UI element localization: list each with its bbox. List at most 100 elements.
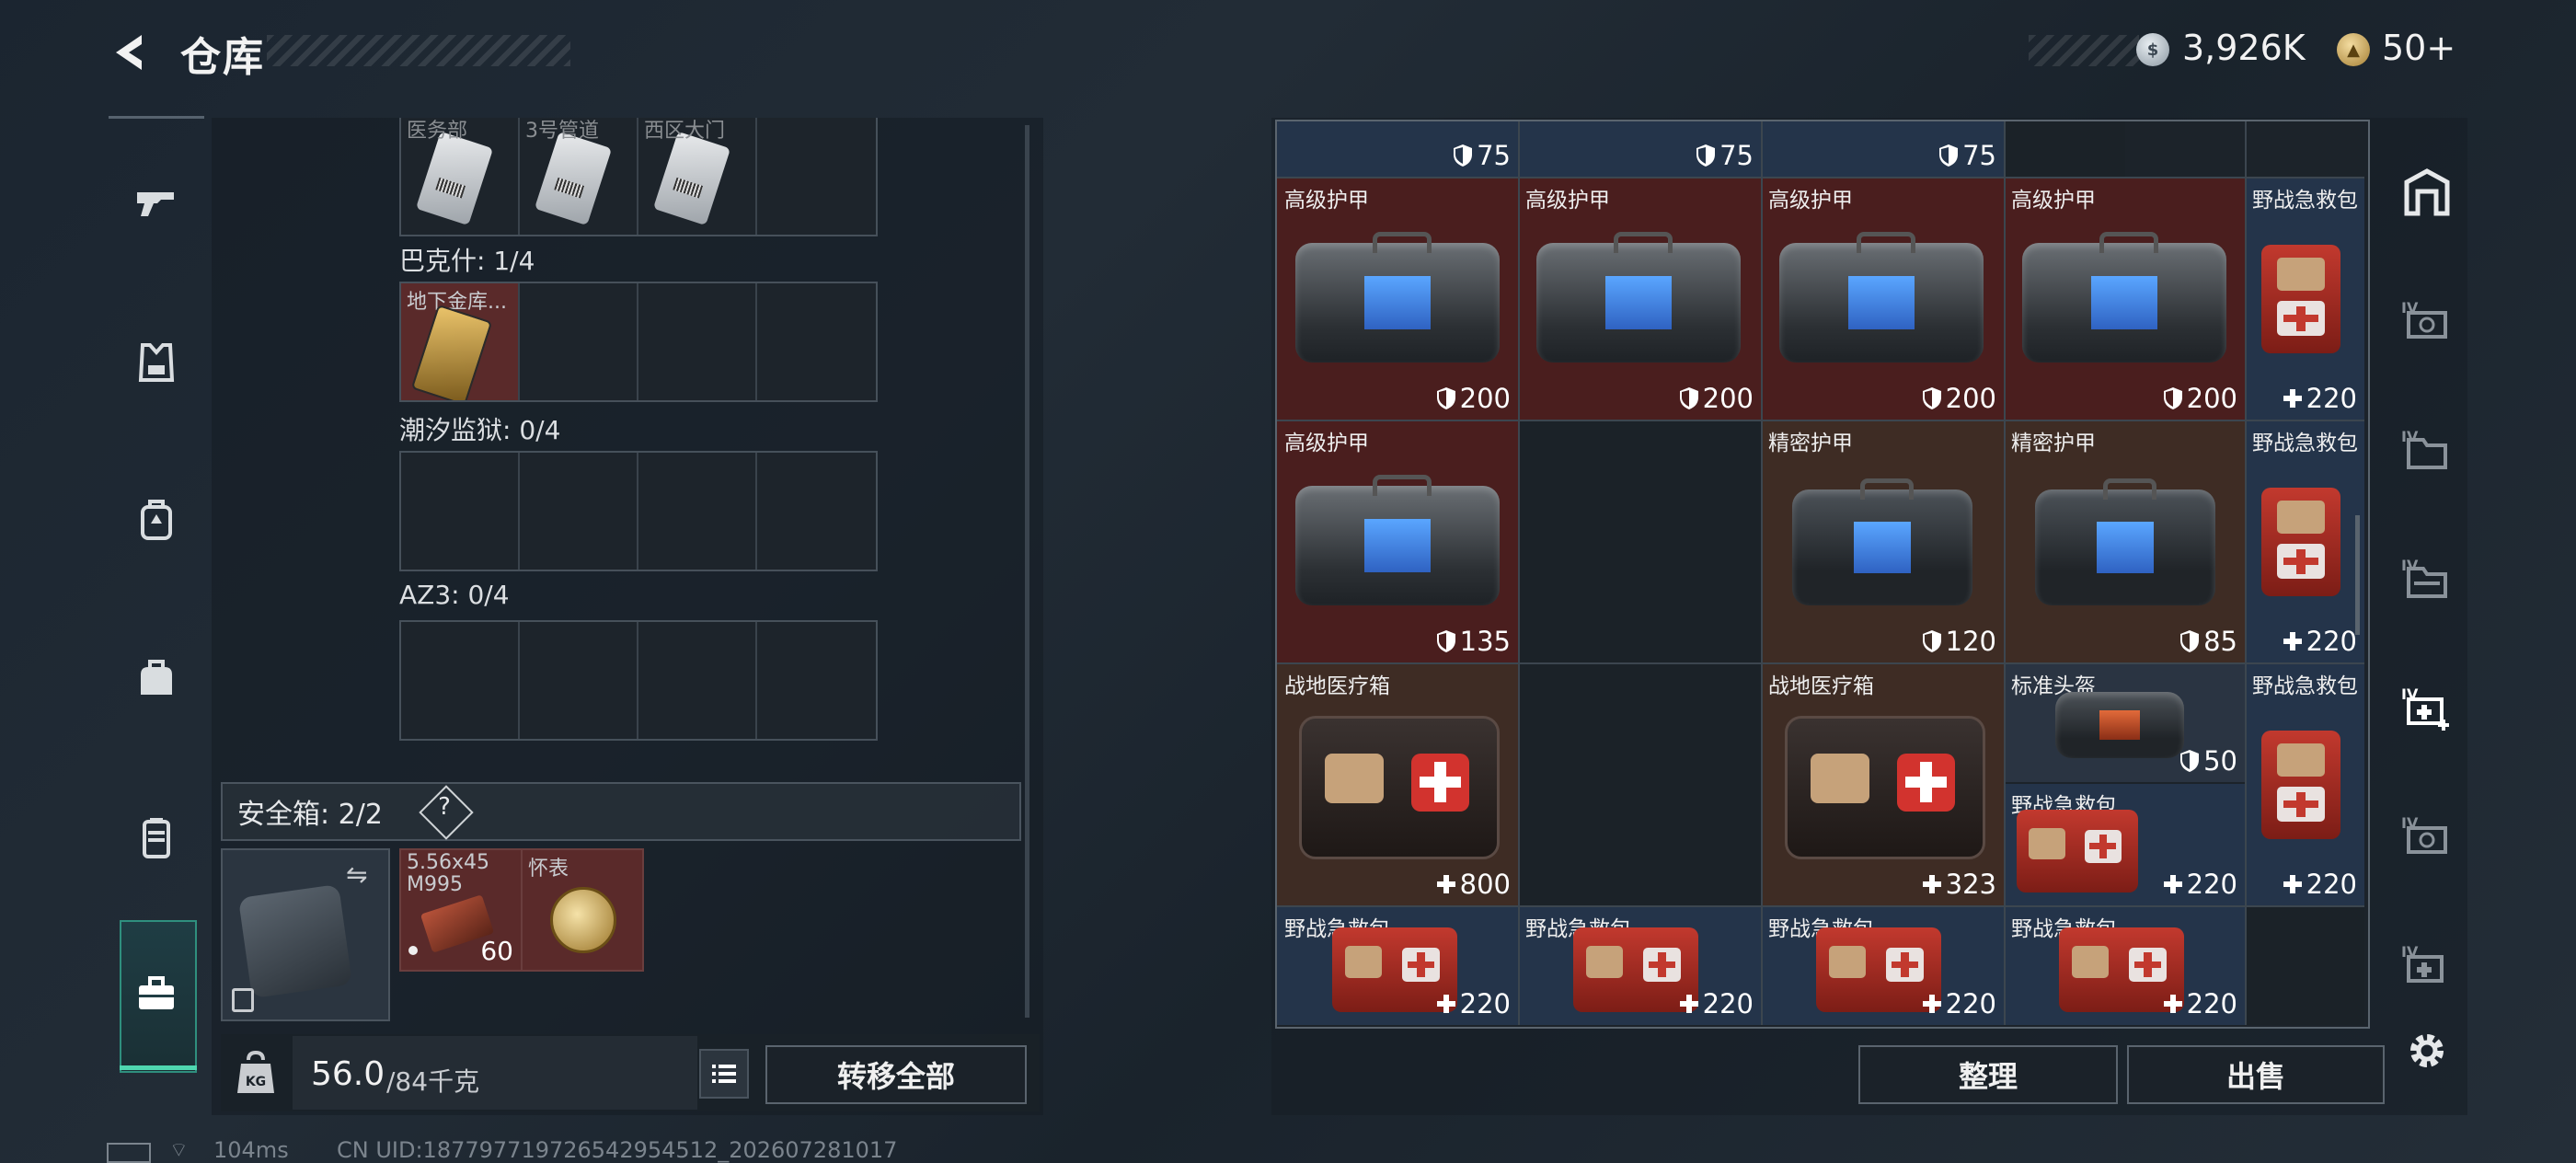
item-value: 75 <box>1719 140 1754 171</box>
inventory-item[interactable]: 高级护甲 200 <box>1761 178 2004 420</box>
safe-item-ammo[interactable]: 5.56x45 M995 60 <box>399 848 523 972</box>
inventory-item[interactable]: 精密护甲 120 <box>1761 421 2004 662</box>
nav-armor-icon[interactable] <box>109 307 204 418</box>
storage-tab-6-icon[interactable]: IV <box>2388 524 2466 631</box>
inventory-item[interactable]: 野战急救包 220 <box>2245 664 2364 905</box>
key-slot-empty[interactable] <box>757 118 876 235</box>
grid-line <box>2004 121 2006 1025</box>
item-value: 220 <box>1702 988 1754 1019</box>
grid-line <box>1277 177 2364 178</box>
inventory-item[interactable]: 标准头盔 50 <box>2004 664 2245 782</box>
key-slot-empty[interactable] <box>757 453 876 570</box>
key-slot-empty[interactable] <box>520 622 638 739</box>
inventory-item[interactable]: 高级护甲 200 <box>1277 178 1518 420</box>
ping-text: 104ms <box>213 1137 289 1163</box>
inventory-item[interactable]: 高级护甲 200 <box>2004 178 2245 420</box>
currency-gold-amount: 50+ <box>2382 28 2456 68</box>
transfer-all-button[interactable]: 转移全部 <box>765 1045 1027 1104</box>
key-slot-empty[interactable] <box>638 283 757 400</box>
key-slot-empty[interactable] <box>638 622 757 739</box>
inventory-item[interactable]: 野战急救包 220 <box>2004 907 2245 1025</box>
item-value: 220 <box>2306 869 2357 900</box>
key-slot-empty[interactable] <box>401 453 520 570</box>
inventory-scrollbar[interactable] <box>2355 515 2360 635</box>
armor-bag-icon <box>1536 232 1741 363</box>
swap-icon[interactable]: ⇋ <box>346 859 367 890</box>
inventory-slot-empty[interactable] <box>2245 907 2364 1025</box>
item-value: 220 <box>1459 988 1511 1019</box>
item-label: 怀表 <box>528 858 569 881</box>
key-slot-empty[interactable] <box>520 283 638 400</box>
inventory-item[interactable]: 野战急救包 220 <box>2004 784 2245 905</box>
inventory-slot-empty[interactable] <box>2004 121 2125 177</box>
armor-bag-icon <box>2022 232 2226 363</box>
currency-decoration <box>2029 35 2139 66</box>
ammo-dot-icon <box>408 946 418 955</box>
key-slot[interactable]: 3号管道 <box>520 118 638 235</box>
heal-plus-icon <box>2163 875 2182 893</box>
silver-coin-icon: $ <box>2136 33 2169 66</box>
safe-item-watch[interactable]: 怀表 <box>521 848 644 972</box>
help-icon-glyph: ? <box>438 793 451 821</box>
nav-bag-icon[interactable] <box>109 622 204 732</box>
storage-tab-7-icon-active[interactable]: IV <box>2388 653 2466 760</box>
item-count: 60 <box>480 936 513 966</box>
nav-backpack-icon[interactable] <box>109 464 204 574</box>
keycard-icon <box>534 131 613 226</box>
storage-tab-4-icon[interactable]: IV <box>2388 267 2466 374</box>
item-value: 85 <box>2203 626 2237 657</box>
inventory-item-partial[interactable]: 75 <box>1518 121 1761 177</box>
inventory-item[interactable]: 野战急救包 220 <box>1277 907 1518 1025</box>
key-row-top: 医务部 3号管道 西区大门 <box>399 118 878 236</box>
armor-shield-icon <box>2163 387 2182 409</box>
inventory-item[interactable]: 野战急救包 220 <box>2245 178 2364 420</box>
safe-case-slot[interactable]: ⇋ <box>221 848 390 1021</box>
inventory-item[interactable]: 野战急救包 220 <box>2245 421 2364 662</box>
key-label: 3号管道 <box>525 120 599 143</box>
key-slot-empty[interactable] <box>638 453 757 570</box>
sort-button[interactable]: 整理 <box>1858 1045 2118 1104</box>
inventory-item-partial[interactable]: 75 <box>1761 121 2004 177</box>
section-label-bakeshi: 巴克什: 1/4 <box>399 246 535 276</box>
list-view-button[interactable] <box>699 1049 749 1099</box>
inventory-item[interactable]: 野战急救包 220 <box>1518 907 1761 1025</box>
back-icon[interactable] <box>109 31 151 74</box>
item-label: 精密护甲 <box>1768 432 1853 455</box>
storage-tab-8-icon[interactable]: IV <box>2388 782 2466 889</box>
key-slot[interactable]: 医务部 <box>401 118 520 235</box>
settings-gear-icon[interactable] <box>2388 996 2466 1106</box>
inventory-item-partial[interactable]: 75 <box>1277 121 1518 177</box>
grid-line <box>1277 420 2364 421</box>
inventory-item[interactable]: 野战急救包 220 <box>1761 907 2004 1025</box>
weight-current: 56.0 <box>311 1055 385 1093</box>
heal-plus-icon <box>2163 995 2182 1013</box>
key-slot-empty[interactable] <box>401 622 520 739</box>
inventory-item[interactable]: 高级护甲 135 <box>1277 421 1518 662</box>
gold-keycard-icon <box>410 304 493 400</box>
key-slot-empty[interactable] <box>520 453 638 570</box>
keycard-icon <box>652 131 731 226</box>
nav-case-icon[interactable] <box>109 782 204 892</box>
storage-tab-5-icon[interactable]: IV <box>2388 396 2466 502</box>
item-label: 野战急救包 <box>2252 432 2358 455</box>
item-value: 220 <box>1945 988 1996 1019</box>
inventory-item[interactable]: 精密护甲 85 <box>2004 421 2245 662</box>
sell-button[interactable]: 出售 <box>2127 1045 2385 1104</box>
container-tab-icon[interactable] <box>2388 138 2466 245</box>
safe-box-label: 安全箱: 2/2 <box>237 799 383 831</box>
first-aid-kit-icon <box>2261 731 2340 839</box>
nav-storage-icon[interactable] <box>109 938 204 1049</box>
armor-shield-icon <box>1696 144 1716 167</box>
nav-weapon-icon[interactable] <box>109 147 204 258</box>
key-slot[interactable]: 西区大门 <box>638 118 757 235</box>
pocket-watch-icon <box>550 887 616 953</box>
inventory-item[interactable]: 战地医疗箱 800 <box>1277 664 1518 905</box>
inventory-item[interactable]: 高级护甲 200 <box>1518 178 1761 420</box>
key-slot-empty[interactable] <box>757 622 876 739</box>
key-slot-empty[interactable] <box>757 283 876 400</box>
keys-scrollbar[interactable] <box>1025 125 1029 1018</box>
key-slot[interactable]: 地下金库... <box>401 283 520 400</box>
medical-case-icon <box>1785 716 1985 859</box>
grid-line <box>1761 121 1763 1025</box>
inventory-item[interactable]: 战地医疗箱 323 <box>1761 664 2004 905</box>
